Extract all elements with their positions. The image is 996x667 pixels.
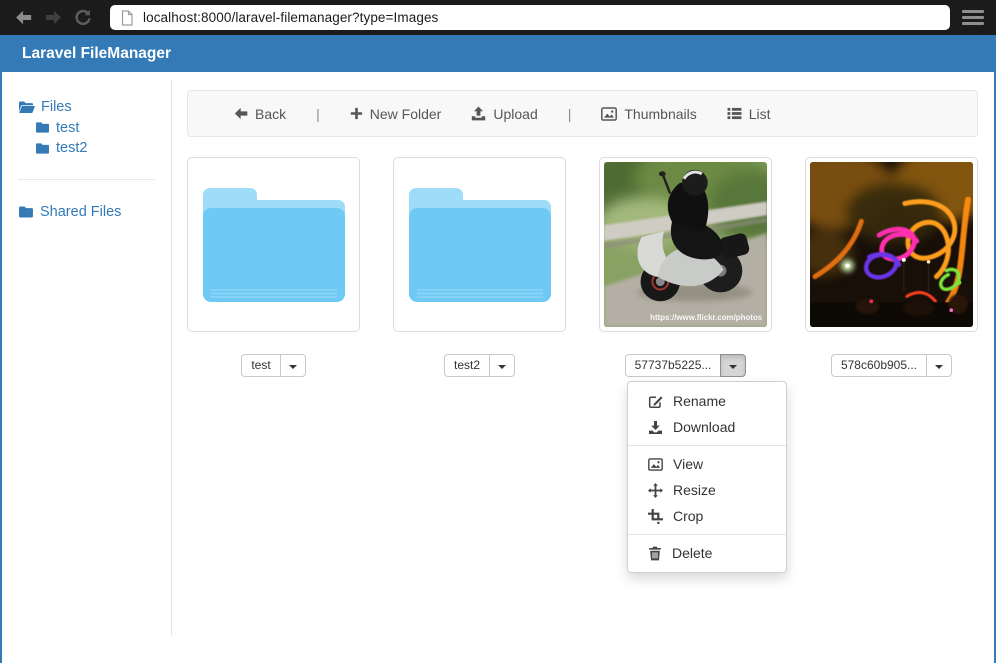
thumbnails-label: Thumbnails [624, 106, 696, 122]
refresh-icon[interactable] [70, 5, 96, 31]
item-context-menu: Rename Download View Resize [627, 381, 787, 573]
image-thumbnail-night-lights [810, 162, 973, 327]
menu-divider [628, 534, 786, 535]
item-dropdown-toggle-open[interactable] [720, 354, 746, 377]
sidebar-item-label: test [56, 118, 79, 139]
folder-open-icon [18, 100, 35, 114]
menu-item-crop[interactable]: Crop [628, 503, 786, 529]
menu-item-label: Crop [673, 506, 703, 526]
item-button-group: 578c60b905... [831, 354, 952, 377]
image-icon [648, 458, 663, 471]
item-dropdown-toggle[interactable] [926, 354, 952, 377]
trash-icon [648, 546, 662, 561]
menu-item-resize[interactable]: Resize [628, 477, 786, 503]
back-arrow-icon[interactable] [10, 5, 36, 31]
upload-icon [471, 106, 486, 121]
upload-label: Upload [493, 106, 537, 122]
items-grid: test [187, 157, 978, 377]
grid-cell-test: test [187, 157, 360, 377]
image-thumbnail-scooter: https://www.flickr.com/photos [604, 162, 767, 327]
sidebar-item-label: Shared Files [40, 202, 121, 223]
new-folder-label: New Folder [370, 106, 442, 122]
image-card-night-lights[interactable] [805, 157, 978, 332]
sidebar-divider [18, 179, 155, 180]
back-button[interactable]: Back [234, 106, 286, 122]
app-title: Laravel FileManager [22, 45, 171, 63]
thumbnails-icon [601, 107, 617, 121]
chevron-down-icon [935, 365, 943, 369]
menu-item-label: Resize [673, 480, 716, 500]
upload-button[interactable]: Upload [471, 106, 537, 122]
back-arrow-icon [234, 107, 248, 120]
filemanager-page: Laravel FileManager Files test [0, 35, 996, 663]
toolbar-separator: | [316, 106, 320, 122]
edit-icon [648, 394, 663, 409]
item-name-button[interactable]: test [241, 354, 280, 377]
folder-card-test2[interactable] [393, 157, 566, 332]
forward-arrow-icon[interactable] [40, 5, 66, 31]
list-button[interactable]: List [727, 106, 771, 122]
menu-item-label: View [673, 454, 703, 474]
item-dropdown-toggle[interactable] [489, 354, 515, 377]
chevron-down-icon [289, 365, 297, 369]
list-icon [727, 107, 742, 120]
toolbar: Back | New Folder Upload | [187, 90, 978, 137]
chevron-down-icon [729, 365, 737, 369]
item-button-group: test2 [444, 354, 515, 377]
folder-icon [35, 121, 50, 134]
menu-item-label: Download [673, 417, 735, 437]
main-panel: Back | New Folder Upload | [172, 72, 994, 663]
item-name-button[interactable]: 57737b5225... [625, 354, 722, 377]
folder-tree-sidebar: Files test test2 Shared Files [2, 80, 172, 636]
folder-card-test[interactable] [187, 157, 360, 332]
grid-cell-test2: test2 [393, 157, 566, 377]
url-text[interactable]: localhost:8000/laravel-filemanager?type=… [143, 10, 438, 25]
menu-divider [628, 445, 786, 446]
item-button-group: 57737b5225... [625, 354, 747, 377]
grid-cell-image-2: 578c60b905... [805, 157, 978, 377]
menu-item-rename[interactable]: Rename [628, 388, 786, 414]
sidebar-item-shared-files[interactable]: Shared Files [18, 202, 171, 223]
chevron-down-icon [498, 365, 506, 369]
menu-item-download[interactable]: Download [628, 414, 786, 440]
sidebar-item-test2[interactable]: test2 [35, 138, 171, 159]
crop-icon [648, 509, 663, 524]
item-name-button[interactable]: test2 [444, 354, 490, 377]
folder-glyph [199, 184, 349, 311]
thumbnails-button[interactable]: Thumbnails [601, 106, 696, 122]
sidebar-item-label: Files [41, 97, 72, 118]
toolbar-separator: | [568, 106, 572, 122]
menu-item-view[interactable]: View [628, 451, 786, 477]
url-bar[interactable]: localhost:8000/laravel-filemanager?type=… [110, 5, 950, 30]
sidebar-item-label: test2 [56, 138, 87, 159]
browser-chrome: localhost:8000/laravel-filemanager?type=… [0, 0, 996, 35]
menu-item-delete[interactable]: Delete [628, 540, 786, 566]
folder-icon [18, 205, 34, 219]
hamburger-menu-icon[interactable] [962, 10, 984, 25]
image-watermark: https://www.flickr.com/photos [650, 313, 763, 322]
item-dropdown-toggle[interactable] [280, 354, 306, 377]
menu-item-label: Rename [673, 391, 726, 411]
sidebar-item-test[interactable]: test [35, 118, 171, 139]
menu-item-label: Delete [672, 543, 712, 563]
download-icon [648, 420, 663, 435]
image-card-scooter[interactable]: https://www.flickr.com/photos [599, 157, 772, 332]
list-label: List [749, 106, 771, 122]
new-folder-button[interactable]: New Folder [350, 106, 442, 122]
window-bottom-strip [0, 663, 996, 667]
back-label: Back [255, 106, 286, 122]
folder-icon [35, 142, 50, 155]
sidebar-item-files[interactable]: Files [18, 97, 171, 118]
resize-icon [648, 483, 663, 498]
item-name-button[interactable]: 578c60b905... [831, 354, 927, 377]
folder-glyph [405, 184, 555, 311]
app-header: Laravel FileManager [2, 35, 994, 72]
item-button-group: test [241, 354, 305, 377]
plus-icon [350, 107, 363, 120]
grid-cell-image-1: https://www.flickr.com/photos 57737b5225… [599, 157, 772, 377]
document-icon [120, 10, 134, 26]
